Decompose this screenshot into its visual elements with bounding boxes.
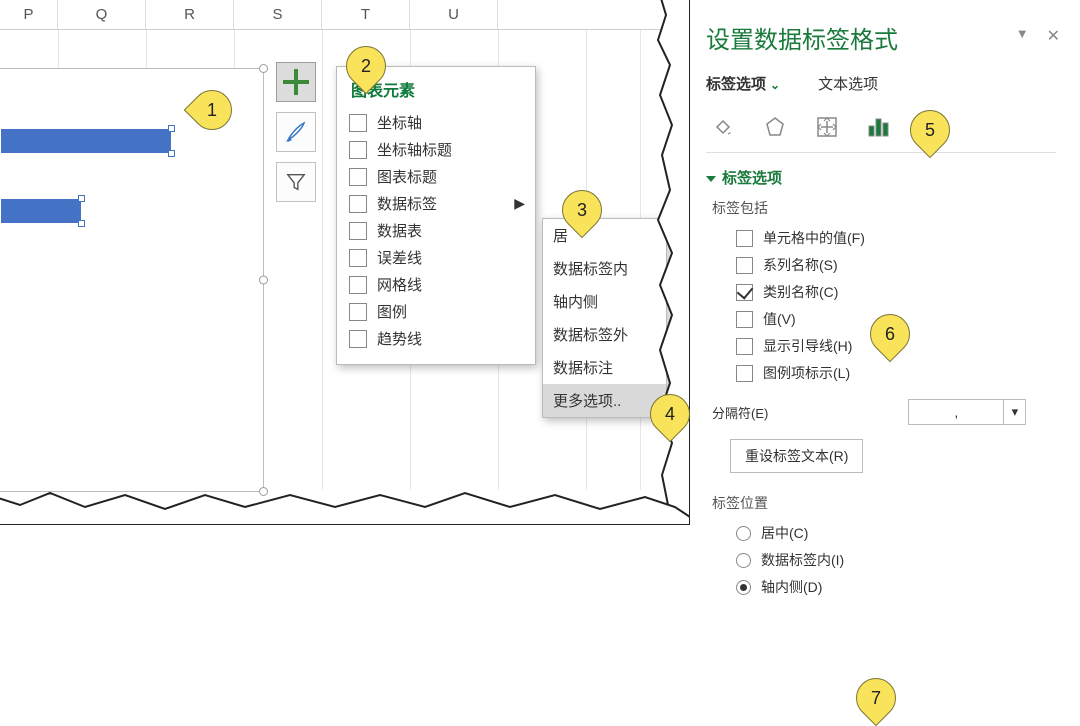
ce-label: 坐标轴标题 bbox=[377, 139, 452, 160]
col-header-u[interactable]: U bbox=[410, 0, 498, 29]
radio-inside-end[interactable]: 数据标签内(I) bbox=[736, 550, 1056, 570]
radio[interactable] bbox=[736, 580, 751, 595]
check-category-name[interactable]: 类别名称(C) bbox=[736, 282, 1056, 302]
chart-elements-button[interactable] bbox=[276, 62, 316, 102]
chart-bar[interactable] bbox=[1, 199, 81, 223]
ce-item-axes[interactable]: 坐标轴 bbox=[347, 109, 527, 136]
chart-tools bbox=[276, 62, 320, 202]
ce-item-gridlines[interactable]: 网格线 bbox=[347, 271, 527, 298]
close-icon[interactable]: ✕ bbox=[1047, 26, 1060, 46]
separator-combo[interactable]: , ▾ bbox=[908, 399, 1026, 425]
chevron-down-icon[interactable]: ▼ bbox=[1016, 26, 1029, 46]
submenu-item[interactable]: 轴内侧 bbox=[543, 285, 666, 318]
fill-icon[interactable] bbox=[708, 112, 738, 142]
ce-label: 图表标题 bbox=[377, 166, 437, 187]
ce-label: 误差线 bbox=[377, 247, 422, 268]
checkbox[interactable] bbox=[349, 222, 367, 240]
chart-elements-menu: 图表元素 坐标轴 坐标轴标题 图表标题 数据标签 ▶ 数据表 误差线 网格线 图… bbox=[336, 66, 536, 365]
pane-icon-tabs bbox=[706, 108, 1056, 153]
ce-item-legend[interactable]: 图例 bbox=[347, 298, 527, 325]
checkbox[interactable] bbox=[349, 195, 367, 213]
submenu-item[interactable]: 数据标签外 bbox=[543, 318, 666, 351]
chart-object[interactable] bbox=[0, 68, 264, 492]
chart-filter-button[interactable] bbox=[276, 162, 316, 202]
funnel-icon bbox=[285, 171, 307, 193]
col-header-r[interactable]: R bbox=[146, 0, 234, 29]
check-legend-key[interactable]: 图例项标示(L) bbox=[736, 363, 1056, 383]
ce-item-data-table[interactable]: 数据表 bbox=[347, 217, 527, 244]
chart-styles-button[interactable] bbox=[276, 112, 316, 152]
check-series-name[interactable]: 系列名称(S) bbox=[736, 255, 1056, 275]
radio-inside-base[interactable]: 轴内侧(D) bbox=[736, 577, 1056, 597]
submenu-item-more[interactable]: 更多选项.. bbox=[543, 384, 666, 417]
checkbox[interactable] bbox=[349, 303, 367, 321]
column-headers: P Q R S T U bbox=[0, 0, 685, 30]
ce-label: 数据表 bbox=[377, 220, 422, 241]
data-labels-submenu: 居 数据标签内 轴内侧 数据标签外 数据标注 更多选项.. bbox=[542, 218, 667, 418]
pane-title: 设置数据标签格式 bbox=[706, 20, 1056, 55]
label-options-icon[interactable] bbox=[864, 112, 894, 142]
checkbox[interactable] bbox=[736, 338, 753, 355]
checkbox[interactable] bbox=[349, 168, 367, 186]
ce-label: 网格线 bbox=[377, 274, 422, 295]
ce-label: 图例 bbox=[377, 301, 407, 322]
checkbox[interactable] bbox=[736, 311, 753, 328]
check-value-from-cells[interactable]: 单元格中的值(F) bbox=[736, 228, 1056, 248]
ce-item-trendline[interactable]: 趋势线 bbox=[347, 325, 527, 352]
checkbox[interactable] bbox=[736, 284, 753, 301]
col-header-q[interactable]: Q bbox=[58, 0, 146, 29]
brush-icon bbox=[284, 120, 308, 144]
col-header-s[interactable]: S bbox=[234, 0, 322, 29]
selection-handle[interactable] bbox=[259, 276, 268, 285]
radio-center[interactable]: 居中(C) bbox=[736, 523, 1056, 543]
reset-label-text-button[interactable]: 重设标签文本(R) bbox=[730, 439, 863, 473]
checkbox[interactable] bbox=[349, 141, 367, 159]
effects-icon[interactable] bbox=[760, 112, 790, 142]
ce-item-chart-title[interactable]: 图表标题 bbox=[347, 163, 527, 190]
plus-icon bbox=[283, 69, 309, 95]
tab-text-options[interactable]: 文本选项 bbox=[818, 73, 878, 94]
callout-6: 6 bbox=[870, 314, 910, 354]
submenu-item[interactable]: 数据标注 bbox=[543, 351, 666, 384]
callout-1: 1 bbox=[192, 90, 232, 130]
separator-label: 分隔符(E) bbox=[712, 403, 768, 422]
pane-tabs: 标签选项⌄ 文本选项 bbox=[706, 73, 1056, 94]
checkbox[interactable] bbox=[349, 276, 367, 294]
ce-item-axis-titles[interactable]: 坐标轴标题 bbox=[347, 136, 527, 163]
checkbox[interactable] bbox=[349, 330, 367, 348]
selection-handle[interactable] bbox=[259, 64, 268, 73]
label-includes: 标签包括 bbox=[712, 198, 1056, 218]
chevron-down-icon[interactable]: ▾ bbox=[1003, 400, 1025, 424]
callout-2: 2 bbox=[346, 46, 386, 86]
tab-label-options[interactable]: 标签选项⌄ bbox=[706, 73, 780, 94]
callout-3: 3 bbox=[562, 190, 602, 230]
checkbox[interactable] bbox=[736, 230, 753, 247]
chevron-right-icon[interactable]: ▶ bbox=[514, 195, 525, 212]
ce-label: 数据标签 bbox=[377, 193, 437, 214]
section-label-options[interactable]: 标签选项 bbox=[706, 167, 1056, 188]
submenu-item[interactable]: 数据标签内 bbox=[543, 252, 666, 285]
checkbox[interactable] bbox=[349, 114, 367, 132]
ce-item-data-labels[interactable]: 数据标签 ▶ bbox=[347, 190, 527, 217]
separator-row: 分隔符(E) , ▾ bbox=[712, 399, 1056, 425]
callout-5: 5 bbox=[910, 110, 950, 150]
checkbox[interactable] bbox=[349, 249, 367, 267]
ce-item-error-bars[interactable]: 误差线 bbox=[347, 244, 527, 271]
torn-edge bbox=[0, 485, 690, 525]
label-position: 标签位置 bbox=[712, 493, 1056, 513]
radio[interactable] bbox=[736, 553, 751, 568]
checkbox[interactable] bbox=[736, 365, 753, 382]
radio[interactable] bbox=[736, 526, 751, 541]
callout-4: 4 bbox=[650, 394, 690, 434]
checkbox[interactable] bbox=[736, 257, 753, 274]
ce-label: 坐标轴 bbox=[377, 112, 422, 133]
col-header-t[interactable]: T bbox=[322, 0, 410, 29]
format-pane: 设置数据标签格式 ▼ ✕ 标签选项⌄ 文本选项 标签选项 标签包括 单元格中的值… bbox=[688, 0, 1078, 722]
chart-bar[interactable] bbox=[1, 129, 171, 153]
size-properties-icon[interactable] bbox=[812, 112, 842, 142]
ce-label: 趋势线 bbox=[377, 328, 422, 349]
col-header-p[interactable]: P bbox=[0, 0, 58, 29]
callout-7: 7 bbox=[856, 678, 896, 718]
